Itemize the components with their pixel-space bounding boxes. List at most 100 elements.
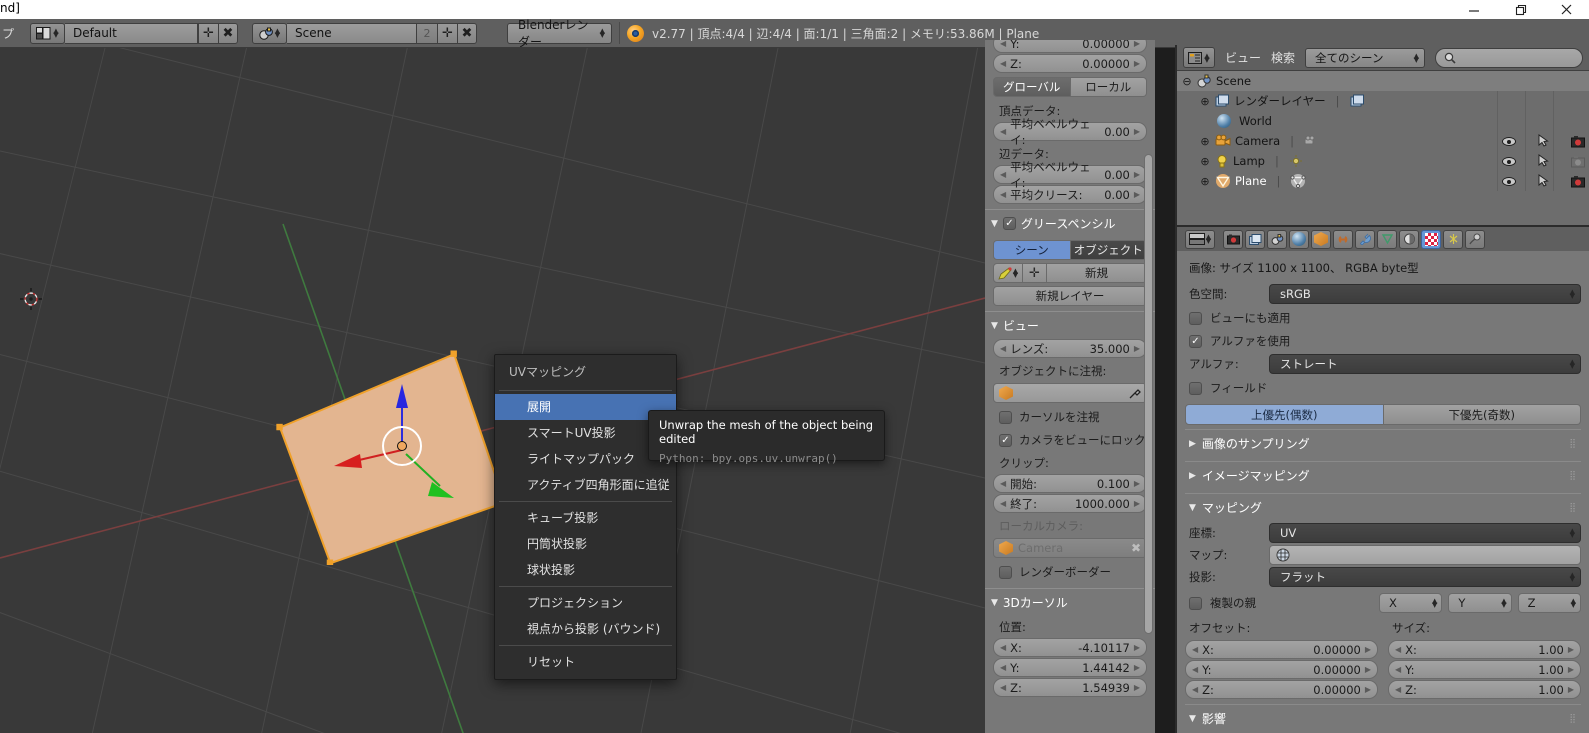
size-y-field[interactable]: ◀ Y: 1.00 ▶ (1388, 660, 1581, 679)
modifiers-tab[interactable] (1355, 229, 1375, 249)
scene-browse-icon[interactable]: ▲ ▼ (252, 22, 287, 44)
increment-icon[interactable]: ▶ (1134, 479, 1140, 488)
scene-users-count[interactable]: 2 (417, 22, 437, 44)
expand-icon[interactable]: ⊕ (1199, 135, 1211, 148)
increment-icon[interactable]: ▶ (1134, 344, 1140, 353)
add-scene-button[interactable]: ✛ (437, 22, 457, 44)
delete-scene-button[interactable]: ✖ (457, 22, 477, 44)
lock-cursor-row[interactable]: カーソルを注視 (993, 405, 1147, 428)
outliner-row-plane[interactable]: ⊕ Plane | (1177, 171, 1589, 191)
projection-dropdown[interactable]: フラット ▲ ▼ (1269, 567, 1581, 587)
eye-visibility-icon[interactable] (1502, 136, 1516, 146)
cursor-z-field[interactable]: ◀ Z: 1.54939 ▶ (993, 678, 1147, 697)
lock-to-object-field[interactable] (993, 383, 1147, 403)
increment-icon[interactable]: ▶ (1365, 645, 1371, 654)
add-grease-pencil-icon[interactable]: ✛ (1023, 263, 1047, 283)
outliner-row-render-layers[interactable]: ⊕ レンダーレイヤー | (1177, 91, 1589, 111)
increment-icon[interactable]: ▶ (1134, 683, 1140, 692)
outliner-editor[interactable]: ▲ ▼ ビュー 検索 全てのシーン ▲ ▼ ⊖ Scene ⊕ レンダーレイヤー… (1175, 45, 1589, 225)
expand-icon[interactable]: ⊕ (1199, 175, 1211, 188)
render-border-checkbox[interactable] (999, 565, 1012, 579)
object-tab[interactable] (1311, 229, 1331, 249)
renderlayer-icon[interactable] (1350, 94, 1365, 108)
coordinates-dropdown[interactable]: UV ▲ ▼ (1269, 523, 1581, 543)
increment-icon[interactable]: ▶ (1134, 40, 1140, 48)
render-camera-icon[interactable] (1571, 175, 1585, 188)
minimize-button[interactable] (1451, 0, 1497, 19)
scene-tab[interactable] (1267, 229, 1287, 249)
alpha-dropdown[interactable]: ストレート ▲ ▼ (1269, 354, 1581, 374)
colorspace-dropdown[interactable]: sRGB ▲ ▼ (1269, 284, 1581, 304)
eye-visibility-icon[interactable] (1502, 156, 1516, 166)
pencil-icon[interactable]: ▲ ▼ (993, 263, 1023, 283)
lamp-data-icon[interactable] (1289, 154, 1303, 168)
cursor-x-field[interactable]: ◀ X: -4.10117 ▶ (993, 638, 1147, 657)
texture-tab[interactable] (1421, 229, 1441, 249)
menu-item-cube-projection[interactable]: キューブ投影 (495, 505, 676, 531)
new-grease-pencil-button[interactable]: 新規 (1047, 263, 1147, 283)
material-tab[interactable] (1399, 229, 1419, 249)
gp-tab-object[interactable]: オブジェクト (1070, 240, 1147, 260)
increment-icon[interactable]: ▶ (1365, 685, 1371, 694)
constraints-tab[interactable] (1333, 229, 1353, 249)
increment-icon[interactable]: ▶ (1134, 643, 1140, 652)
outliner-row-camera[interactable]: ⊕ Camera | (1177, 131, 1589, 151)
uv-map-field[interactable] (1269, 545, 1581, 565)
offset-z-field[interactable]: ◀ Z: 0.00000 ▶ (1185, 680, 1378, 699)
render-tab[interactable] (1223, 229, 1243, 249)
screen-layout-field[interactable]: Default (65, 22, 198, 44)
increment-icon[interactable]: ▶ (1134, 127, 1140, 136)
menu-item-reset[interactable]: リセット (495, 649, 676, 675)
data-tab[interactable] (1377, 229, 1397, 249)
screen-layout-icon[interactable]: ▲ ▼ (30, 22, 65, 44)
render-camera-icon[interactable] (1571, 135, 1585, 148)
render-camera-icon[interactable] (1571, 155, 1585, 168)
eye-visibility-icon[interactable] (1502, 176, 1516, 186)
axis-x-dropdown[interactable]: X ▲ ▼ (1379, 592, 1443, 613)
lens-field[interactable]: ◀ レンズ: 35.000 ▶ (993, 339, 1147, 358)
outliner-row-lamp[interactable]: ⊕ Lamp | (1177, 151, 1589, 171)
use-alpha-row[interactable]: ✓ アルファを使用 (1185, 329, 1581, 352)
clip-start-field[interactable]: ◀ 開始: 0.100 ▶ (993, 474, 1147, 493)
properties-scrollbar[interactable] (1144, 154, 1153, 634)
menu-item-sphere-projection[interactable]: 球状投影 (495, 557, 676, 583)
panel-grip-icon[interactable]: ⣿ (1569, 503, 1577, 513)
clear-icon[interactable]: ✖ (1131, 541, 1141, 555)
render-border-row[interactable]: レンダーボーダー (993, 560, 1147, 583)
toggle-local[interactable]: ローカル (1070, 77, 1147, 97)
lock-camera-checkbox[interactable]: ✓ (999, 433, 1012, 447)
influence-panel-header[interactable]: ▼ 影響 ⣿ (1185, 704, 1581, 732)
from-dupli-toggle[interactable]: 複製の親 (1185, 591, 1371, 614)
grease-pencil-checkbox[interactable]: ✓ (1002, 217, 1016, 230)
menu-item-project-from-view-bounds[interactable]: 視点から投影 (バウンド) (495, 616, 676, 642)
3d-viewport[interactable]: UVマッピング 展開 スマートUV投影 ライトマップパック アクティブ四角形面に… (0, 48, 985, 733)
local-camera-field[interactable]: Camera ✖ (993, 538, 1147, 558)
lock-cursor-checkbox[interactable] (999, 410, 1012, 424)
panel-grip-icon[interactable]: ⣿ (1569, 439, 1577, 449)
new-layer-button[interactable]: 新規レイヤー (993, 286, 1147, 306)
fields-checkbox[interactable] (1189, 381, 1202, 395)
world-tab[interactable] (1289, 229, 1309, 249)
increment-icon[interactable]: ▶ (1568, 685, 1574, 694)
menu-item-project-from-view[interactable]: プロジェクション (495, 590, 676, 616)
field-order-lower[interactable]: 下優先(奇数) (1383, 404, 1581, 425)
close-button[interactable] (1543, 0, 1589, 19)
uv-mapping-menu[interactable]: UVマッピング 展開 スマートUV投影 ライトマップパック アクティブ四角形面に… (494, 354, 677, 680)
editor-type-icon[interactable]: ▲ ▼ (1185, 229, 1215, 249)
scene-name-field[interactable]: Scene (287, 22, 417, 44)
outliner-search-menu[interactable]: 検索 (1271, 49, 1295, 66)
increment-icon[interactable]: ▶ (1134, 59, 1140, 68)
3d-cursor-panel-header[interactable]: ▼ 3Dカーソル ⣿ (985, 588, 1155, 615)
edge-bevel-weight-field[interactable]: ◀ 平均ベベルウェイ: 0.00 ▶ (993, 160, 1147, 190)
increment-icon[interactable]: ▶ (1134, 499, 1140, 508)
mapping-panel-header[interactable]: ▼ マッピング ⣿ (1185, 493, 1581, 521)
viewport-properties-panel[interactable]: ◀ Y: 0.00000 ▶ ◀ Z: 0.00000 ▶ グローバル ローカル… (985, 40, 1155, 733)
outliner-search-input[interactable] (1435, 47, 1583, 68)
image-sampling-panel-header[interactable]: ▶ 画像のサンプリング ⣿ (1185, 429, 1581, 457)
increment-icon[interactable]: ▶ (1134, 170, 1140, 179)
median-y-field[interactable]: ◀ Y: 0.00000 ▶ (993, 40, 1147, 53)
view-as-render-row[interactable]: ビューにも適用 (1185, 306, 1581, 329)
panel-grip-icon[interactable]: ⣿ (1569, 471, 1577, 481)
collapse-icon[interactable]: ⊖ (1181, 75, 1193, 88)
fields-row[interactable]: フィールド (1185, 376, 1581, 399)
